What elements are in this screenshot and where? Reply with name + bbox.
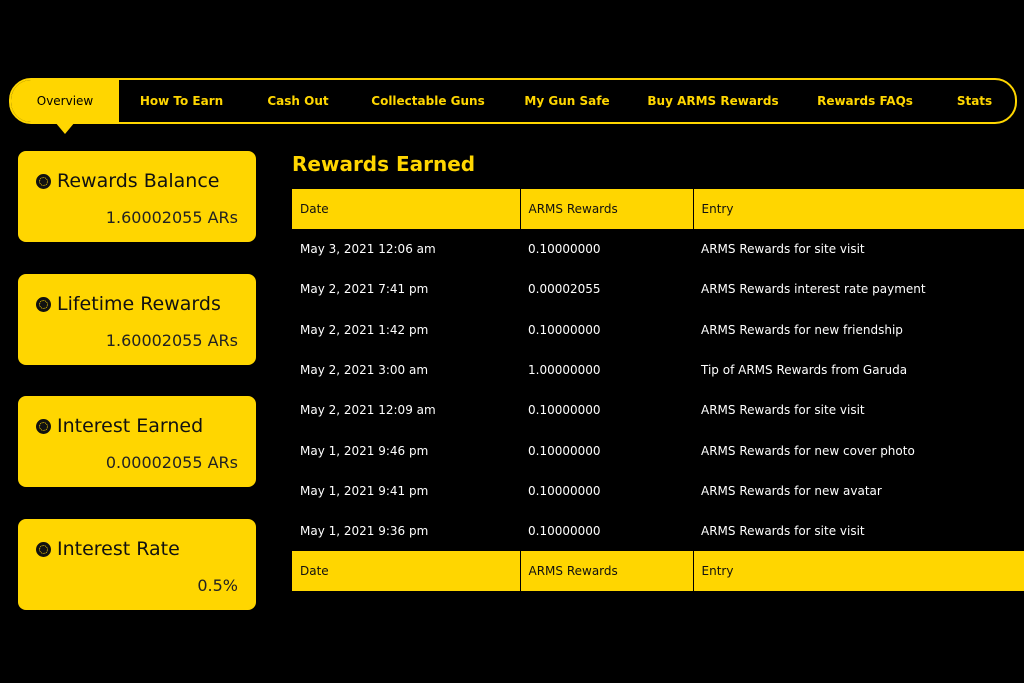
card-title-text: Interest Earned xyxy=(57,415,204,437)
table-row: May 2, 2021 7:41 pm 0.00002055 ARMS Rewa… xyxy=(292,269,1024,309)
card-title-text: Lifetime Rewards xyxy=(57,293,221,315)
cell-entry: ARMS Rewards for site visit xyxy=(701,403,865,418)
card-title: Lifetime Rewards xyxy=(36,293,221,315)
rewards-balance-card: Rewards Balance 1.60002055 ARs xyxy=(18,151,256,242)
tab-cash-out[interactable]: Cash Out xyxy=(244,80,352,122)
coin-icon xyxy=(36,296,51,312)
cell-entry: ARMS Rewards for site visit xyxy=(701,524,865,539)
table-footer-row: Date ARMS Rewards Entry xyxy=(292,551,1024,592)
rewards-earned-title: Rewards Earned xyxy=(292,152,476,176)
card-value: 1.60002055 ARs xyxy=(105,331,238,350)
cell-entry: Tip of ARMS Rewards from Garuda xyxy=(701,363,908,378)
tab-collectable-guns[interactable]: Collectable Guns xyxy=(352,80,504,122)
table-row: May 1, 2021 9:46 pm 0.10000000 ARMS Rewa… xyxy=(292,430,1024,470)
cell-entry: ARMS Rewards interest rate payment xyxy=(701,282,926,297)
column-header-date[interactable]: Date xyxy=(292,189,520,229)
tab-overview[interactable]: Overview xyxy=(11,80,119,134)
rewards-table-wrap: Date ARMS Rewards Entry May 3, 2021 12:0… xyxy=(292,189,1024,592)
column-header-entry[interactable]: Entry xyxy=(692,189,1024,229)
column-header-arms-rewards[interactable]: ARMS Rewards xyxy=(519,189,693,229)
table-row: May 3, 2021 12:06 am 0.10000000 ARMS Rew… xyxy=(292,229,1024,269)
cell-amount: 0.10000000 xyxy=(528,443,601,458)
cell-amount: 0.00002055 xyxy=(528,282,601,297)
tab-stats[interactable]: Stats xyxy=(934,80,1015,122)
cell-amount: 0.10000000 xyxy=(528,322,601,337)
cell-amount: 0.10000000 xyxy=(528,242,601,257)
cell-date: May 2, 2021 7:41 pm xyxy=(300,282,429,297)
cell-amount: 1.00000000 xyxy=(528,363,601,378)
cell-amount: 0.10000000 xyxy=(528,403,601,418)
tab-how-to-earn[interactable]: How To Earn xyxy=(119,80,244,122)
column-footer-arms-rewards: ARMS Rewards xyxy=(519,551,693,592)
card-title-text: Interest Rate xyxy=(57,538,180,560)
card-title-text: Rewards Balance xyxy=(57,170,220,192)
card-title: Interest Rate xyxy=(36,538,180,560)
table-header-row: Date ARMS Rewards Entry xyxy=(292,189,1024,229)
interest-rate-card: Interest Rate 0.5% xyxy=(18,519,256,610)
coin-icon xyxy=(36,541,51,557)
main-nav: Overview How To Earn Cash Out Collectabl… xyxy=(9,78,1017,134)
cell-entry: ARMS Rewards for new avatar xyxy=(701,483,882,498)
column-footer-entry: Entry xyxy=(692,551,1024,592)
cell-date: May 1, 2021 9:36 pm xyxy=(300,524,429,539)
tab-buy-arms-rewards[interactable]: Buy ARMS Rewards xyxy=(630,80,796,122)
card-title: Interest Earned xyxy=(36,415,203,437)
interest-earned-card: Interest Earned 0.00002055 ARs xyxy=(18,396,256,487)
cell-date: May 2, 2021 1:42 pm xyxy=(300,322,429,337)
table-row: May 2, 2021 12:09 am 0.10000000 ARMS Rew… xyxy=(292,390,1024,430)
cell-entry: ARMS Rewards for new friendship xyxy=(701,322,903,337)
cell-amount: 0.10000000 xyxy=(528,524,601,539)
table-row: May 1, 2021 9:41 pm 0.10000000 ARMS Rewa… xyxy=(292,471,1024,511)
cell-date: May 2, 2021 12:09 am xyxy=(300,403,436,418)
card-value: 0.00002055 ARs xyxy=(105,453,238,472)
table-row: May 2, 2021 1:42 pm 0.10000000 ARMS Rewa… xyxy=(292,310,1024,350)
lifetime-rewards-card: Lifetime Rewards 1.60002055 ARs xyxy=(18,274,256,365)
cell-entry: ARMS Rewards for site visit xyxy=(701,242,865,257)
coin-icon xyxy=(36,173,51,189)
card-value: 0.5% xyxy=(197,576,238,595)
cell-date: May 1, 2021 9:41 pm xyxy=(300,483,429,498)
cell-date: May 2, 2021 3:00 am xyxy=(300,363,429,378)
coin-icon xyxy=(36,418,51,434)
cell-amount: 0.10000000 xyxy=(528,483,601,498)
tab-rewards-faqs[interactable]: Rewards FAQs xyxy=(796,80,934,122)
rewards-table: Date ARMS Rewards Entry May 3, 2021 12:0… xyxy=(292,189,1024,592)
cell-entry: ARMS Rewards for new cover photo xyxy=(701,443,915,458)
cell-date: May 1, 2021 9:46 pm xyxy=(300,443,429,458)
card-title: Rewards Balance xyxy=(36,170,219,192)
column-footer-date: Date xyxy=(292,551,520,592)
table-row: May 1, 2021 9:36 pm 0.10000000 ARMS Rewa… xyxy=(292,511,1024,551)
table-row: May 2, 2021 3:00 am 1.00000000 Tip of AR… xyxy=(292,350,1024,390)
card-value: 1.60002055 ARs xyxy=(105,208,238,227)
cell-date: May 3, 2021 12:06 am xyxy=(300,242,436,257)
tab-my-gun-safe[interactable]: My Gun Safe xyxy=(504,80,630,122)
